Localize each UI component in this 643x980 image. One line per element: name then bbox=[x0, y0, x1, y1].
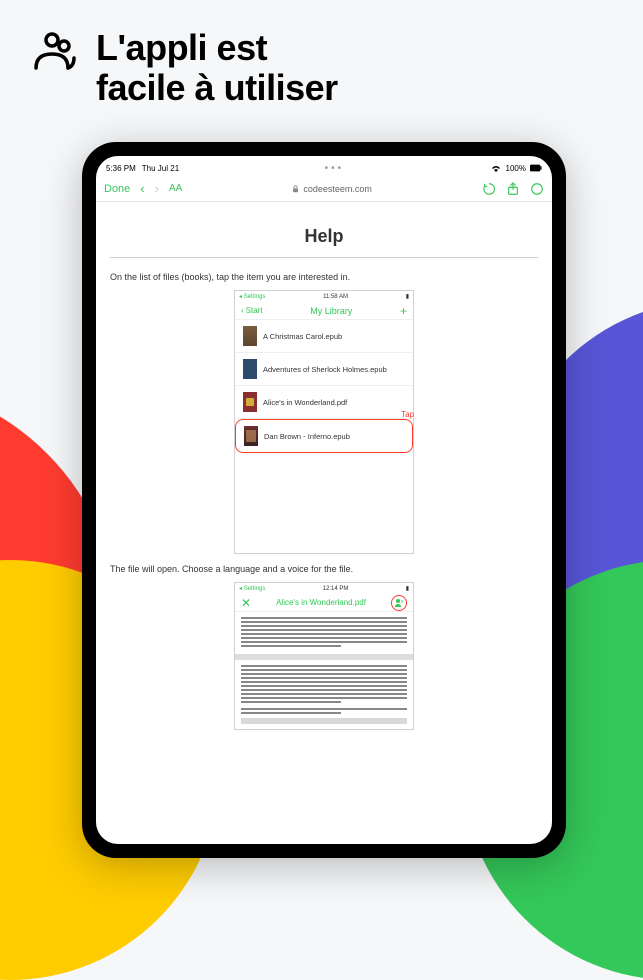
person-voice-icon bbox=[394, 598, 404, 608]
book-text-page1 bbox=[235, 612, 413, 654]
multitask-dots: ••• bbox=[325, 163, 345, 174]
library-screenshot: ◂ Settings 11:58 AM ▮ ‹ Start My Library… bbox=[234, 290, 414, 554]
tap-annotation: Tap bbox=[401, 410, 414, 419]
reader-screenshot: ◂ Settings 12:14 PM ▮ ✕ Alice's in Wonde… bbox=[234, 582, 414, 730]
list-item-highlighted: Tap Dan Brown - Inferno.epub bbox=[235, 419, 413, 453]
headline-text: L'appli est facile à utiliser bbox=[96, 28, 338, 107]
promo-header: L'appli est facile à utiliser bbox=[0, 0, 643, 107]
ipad-device-frame: 5:36 PM Thu Jul 21 ••• 100% Done ‹ › AA … bbox=[82, 142, 566, 858]
browser-nav-bar: Done ‹ › AA codeesteem.com bbox=[96, 176, 552, 202]
safari-icon[interactable] bbox=[530, 182, 544, 196]
phone1-settings: ◂ Settings bbox=[239, 293, 265, 300]
status-time: 5:36 PM bbox=[106, 164, 136, 173]
phone2-time: 12:14 PM bbox=[323, 586, 349, 592]
status-bar: 5:36 PM Thu Jul 21 ••• 100% bbox=[96, 160, 552, 176]
phone1-back: ‹ Start bbox=[241, 306, 263, 315]
share-icon[interactable] bbox=[506, 182, 520, 196]
lock-icon bbox=[292, 185, 299, 193]
phone1-add-icon: + bbox=[400, 304, 407, 318]
battery-percent: 100% bbox=[506, 164, 526, 173]
status-date: Thu Jul 21 bbox=[142, 164, 179, 173]
file-name: Adventures of Sherlock Holmes.epub bbox=[263, 365, 387, 374]
battery-icon bbox=[530, 164, 542, 172]
list-item: Adventures of Sherlock Holmes.epub bbox=[235, 353, 413, 386]
phone1-time: 11:58 AM bbox=[323, 294, 348, 300]
help-paragraph-2: The file will open. Choose a language an… bbox=[110, 564, 538, 574]
file-name: Alice's in Wonderland.pdf bbox=[263, 398, 347, 407]
ipad-screen: 5:36 PM Thu Jul 21 ••• 100% Done ‹ › AA … bbox=[96, 156, 552, 844]
phone1-battery-icon: ▮ bbox=[406, 293, 409, 300]
close-icon: ✕ bbox=[241, 596, 251, 610]
book-cover-icon bbox=[243, 326, 257, 346]
text-size-button[interactable]: AA bbox=[169, 183, 182, 194]
refresh-icon[interactable] bbox=[482, 182, 496, 196]
url-text: codeesteem.com bbox=[303, 184, 372, 194]
done-button[interactable]: Done bbox=[104, 183, 130, 195]
phone2-settings: ◂ Settings bbox=[239, 585, 265, 592]
voice-button-highlighted bbox=[391, 595, 407, 611]
book-cover-icon bbox=[243, 359, 257, 379]
list-item: A Christmas Carol.epub bbox=[235, 320, 413, 353]
book-text-page2 bbox=[235, 660, 413, 729]
phone2-battery-icon: ▮ bbox=[406, 585, 409, 592]
forward-button[interactable]: › bbox=[155, 181, 159, 196]
list-item: Alice's in Wonderland.pdf bbox=[235, 386, 413, 419]
back-button[interactable]: ‹ bbox=[140, 181, 144, 196]
book-cover-icon bbox=[244, 426, 258, 446]
url-bar[interactable]: codeesteem.com bbox=[192, 184, 472, 194]
book-cover-icon bbox=[243, 392, 257, 412]
help-heading: Help bbox=[110, 212, 538, 258]
help-content: Help On the list of files (books), tap t… bbox=[96, 202, 552, 844]
wifi-icon bbox=[490, 164, 502, 172]
phone1-title: My Library bbox=[310, 306, 352, 316]
help-paragraph-1: On the list of files (books), tap the it… bbox=[110, 272, 538, 282]
phone2-title: Alice's in Wonderland.pdf bbox=[276, 598, 366, 607]
people-logo-icon bbox=[28, 28, 76, 76]
file-name: Dan Brown - Inferno.epub bbox=[264, 432, 350, 441]
file-name: A Christmas Carol.epub bbox=[263, 332, 342, 341]
